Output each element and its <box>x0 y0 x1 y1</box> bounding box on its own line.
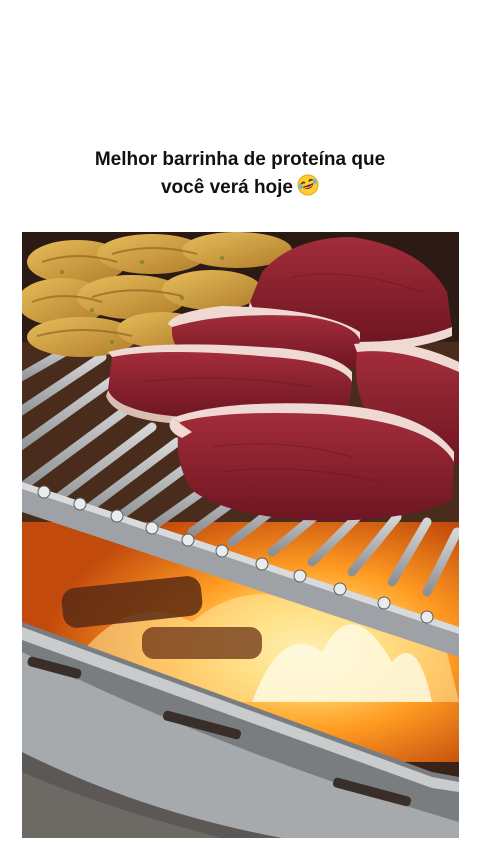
caption-line-1: Melhor barrinha de proteína que <box>94 149 386 170</box>
caption-line-2-text: você verá hoje <box>160 177 294 198</box>
grill-photo <box>22 232 459 838</box>
caption-line-2: você verá hoje <box>0 174 480 205</box>
grill-scene <box>22 232 459 838</box>
laughing-emoji-icon <box>297 174 319 205</box>
post-caption: Melhor barrinha de proteína que você ver… <box>0 146 480 205</box>
